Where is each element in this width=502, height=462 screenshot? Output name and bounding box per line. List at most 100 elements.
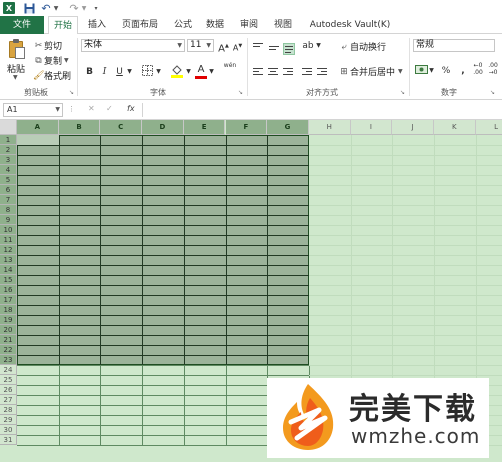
font-color-button[interactable]: A bbox=[195, 63, 207, 79]
alignment-launcher-icon[interactable]: ↘ bbox=[400, 89, 405, 96]
row-header-31[interactable]: 31 bbox=[0, 435, 17, 445]
merge-dropdown-icon[interactable]: ▼ bbox=[398, 68, 403, 75]
phonetic-button[interactable]: wén bbox=[222, 62, 238, 76]
row-header-30[interactable]: 30 bbox=[0, 425, 17, 435]
cut-button[interactable]: ✂ 剪切 bbox=[33, 39, 62, 53]
insert-function-button[interactable]: fx bbox=[127, 104, 135, 113]
accounting-format-button[interactable] bbox=[414, 64, 428, 78]
enter-formula-button[interactable]: ✓ bbox=[106, 104, 113, 113]
font-color-dropdown-icon[interactable]: ▼ bbox=[208, 65, 215, 79]
tab-formulas[interactable]: 公式 bbox=[172, 16, 194, 34]
copy-dropdown-icon[interactable]: ▼ bbox=[64, 57, 69, 64]
row-header-20[interactable]: 20 bbox=[0, 325, 17, 335]
row-header-1[interactable]: 1 bbox=[0, 135, 17, 145]
row-header-14[interactable]: 14 bbox=[0, 265, 17, 275]
column-header-c[interactable]: C bbox=[100, 120, 143, 135]
row-header-9[interactable]: 9 bbox=[0, 215, 17, 225]
row-header-16[interactable]: 16 bbox=[0, 285, 17, 295]
selected-range[interactable] bbox=[17, 135, 309, 365]
shrink-font-button[interactable]: A▼ bbox=[232, 39, 243, 53]
row-header-18[interactable]: 18 bbox=[0, 305, 17, 315]
row-header-19[interactable]: 19 bbox=[0, 315, 17, 325]
font-name-select[interactable]: 宋体 ▼ bbox=[81, 39, 185, 52]
row-header-15[interactable]: 15 bbox=[0, 275, 17, 285]
underline-dropdown-icon[interactable]: ▼ bbox=[126, 65, 133, 79]
row-header-13[interactable]: 13 bbox=[0, 255, 17, 265]
decrease-indent-icon[interactable] bbox=[302, 68, 312, 76]
column-header-i[interactable]: I bbox=[350, 120, 393, 135]
row-header-17[interactable]: 17 bbox=[0, 295, 17, 305]
redo-dropdown-icon[interactable]: ▼ bbox=[81, 2, 87, 14]
accounting-dropdown-icon[interactable]: ▼ bbox=[428, 64, 435, 78]
row-header-12[interactable]: 12 bbox=[0, 245, 17, 255]
tab-view[interactable]: 视图 bbox=[272, 16, 294, 34]
borders-button[interactable] bbox=[140, 65, 154, 79]
column-header-h[interactable]: H bbox=[308, 120, 351, 135]
increase-indent-icon[interactable] bbox=[317, 68, 327, 76]
undo-dropdown-icon[interactable]: ▼ bbox=[53, 2, 59, 14]
row-header-23[interactable]: 23 bbox=[0, 355, 17, 365]
fill-color-button[interactable] bbox=[170, 65, 184, 79]
column-header-l[interactable]: L bbox=[475, 120, 502, 135]
row-header-4[interactable]: 4 bbox=[0, 165, 17, 175]
paste-icon[interactable] bbox=[7, 38, 27, 60]
column-header-e[interactable]: E bbox=[183, 120, 226, 135]
format-painter-button[interactable]: 🖌 格式刷 bbox=[33, 69, 71, 83]
formula-input[interactable] bbox=[142, 103, 500, 117]
column-header-d[interactable]: D bbox=[142, 120, 184, 135]
grow-font-button[interactable]: A▲ bbox=[218, 39, 229, 54]
orientation-dropdown-icon[interactable]: ▼ bbox=[315, 39, 322, 53]
column-header-b[interactable]: B bbox=[58, 120, 101, 135]
column-header-a[interactable]: A bbox=[17, 120, 59, 135]
align-right-icon[interactable] bbox=[283, 68, 293, 76]
tab-data[interactable]: 数据 bbox=[204, 16, 226, 34]
increase-decimal-button[interactable]: ←0.00 bbox=[472, 62, 484, 76]
tab-insert[interactable]: 插入 bbox=[86, 16, 108, 34]
align-bottom-icon[interactable] bbox=[283, 43, 295, 55]
row-header-2[interactable]: 2 bbox=[0, 145, 17, 155]
row-header-10[interactable]: 10 bbox=[0, 225, 17, 235]
row-header-25[interactable]: 25 bbox=[0, 375, 17, 385]
orientation-icon[interactable]: ab bbox=[302, 39, 314, 53]
align-left-icon[interactable] bbox=[253, 68, 263, 76]
cancel-formula-button[interactable]: ✕ bbox=[88, 104, 95, 113]
row-header-26[interactable]: 26 bbox=[0, 385, 17, 395]
row-header-6[interactable]: 6 bbox=[0, 185, 17, 195]
align-center-icon[interactable] bbox=[268, 68, 278, 76]
borders-dropdown-icon[interactable]: ▼ bbox=[155, 65, 162, 79]
fill-color-dropdown-icon[interactable]: ▼ bbox=[185, 65, 192, 79]
tab-file[interactable]: 文件 bbox=[0, 16, 44, 34]
align-middle-icon[interactable] bbox=[269, 46, 279, 54]
column-header-f[interactable]: F bbox=[225, 120, 268, 135]
column-header-k[interactable]: K bbox=[434, 120, 476, 135]
row-header-3[interactable]: 3 bbox=[0, 155, 17, 165]
italic-button[interactable]: I bbox=[99, 65, 110, 79]
row-header-22[interactable]: 22 bbox=[0, 345, 17, 355]
paste-dropdown-icon[interactable]: ▼ bbox=[13, 74, 18, 81]
active-cell[interactable] bbox=[17, 135, 59, 145]
column-header-g[interactable]: G bbox=[267, 120, 309, 135]
bold-button[interactable]: B bbox=[84, 65, 95, 79]
row-header-24[interactable]: 24 bbox=[0, 365, 17, 375]
row-header-8[interactable]: 8 bbox=[0, 205, 17, 215]
name-box[interactable]: A1 ▼ bbox=[3, 103, 63, 117]
row-header-28[interactable]: 28 bbox=[0, 405, 17, 415]
wrap-text-button[interactable]: ⤶ 自动换行 bbox=[338, 40, 386, 54]
save-icon[interactable] bbox=[23, 2, 35, 14]
percent-button[interactable]: % bbox=[440, 64, 452, 78]
row-header-7[interactable]: 7 bbox=[0, 195, 17, 205]
tab-autodesk-vault[interactable]: Autodesk Vault(K) bbox=[304, 16, 396, 34]
decrease-decimal-button[interactable]: .00 →0 bbox=[487, 62, 499, 76]
font-launcher-icon[interactable]: ↘ bbox=[238, 89, 243, 96]
underline-button[interactable]: U bbox=[114, 65, 125, 79]
copy-button[interactable]: ⧉ 复制 ▼ bbox=[33, 54, 69, 68]
select-all-button[interactable] bbox=[0, 120, 17, 135]
tab-home[interactable]: 开始 bbox=[48, 16, 78, 35]
row-header-5[interactable]: 5 bbox=[0, 175, 17, 185]
comma-button[interactable]: , bbox=[458, 64, 468, 78]
row-header-11[interactable]: 11 bbox=[0, 235, 17, 245]
merge-center-button[interactable]: ⊞ 合并后居中 ▼ bbox=[338, 65, 403, 79]
tab-review[interactable]: 审阅 bbox=[238, 16, 260, 34]
row-header-27[interactable]: 27 bbox=[0, 395, 17, 405]
customize-toolbar-icon[interactable]: ▾ bbox=[93, 2, 99, 14]
